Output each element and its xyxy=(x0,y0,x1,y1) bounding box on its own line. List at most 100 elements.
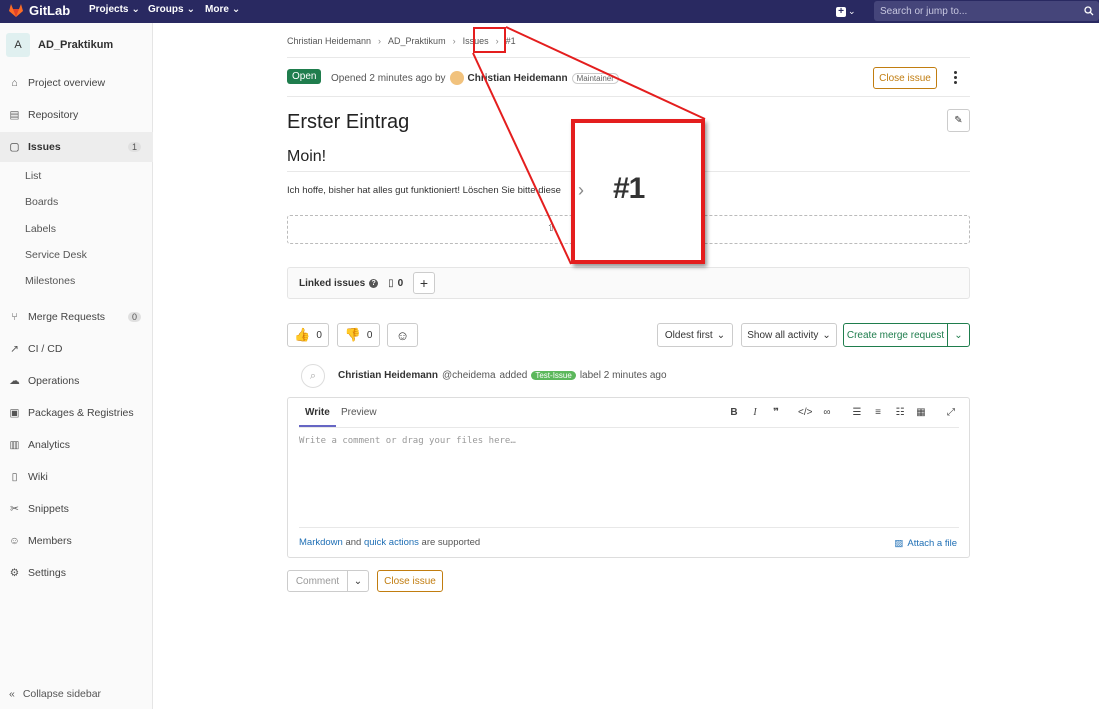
sidebar-item-members[interactable]: ☺ Members xyxy=(0,529,153,553)
close-issue-button[interactable]: Close issue xyxy=(873,67,937,89)
sort-label: Oldest first xyxy=(664,329,713,341)
label-icon: ⌕ xyxy=(301,364,325,388)
plus-square-icon: + xyxy=(836,6,846,17)
sidebar-item-operations[interactable]: ☁ Operations xyxy=(0,369,153,393)
issue-label-badge[interactable]: Test-Issue xyxy=(531,371,576,380)
search-input[interactable] xyxy=(880,5,1070,17)
nav-more-label: More xyxy=(205,4,229,15)
attach-file-button[interactable]: ▨ Attach a file xyxy=(894,538,957,549)
close-issue-bottom-button[interactable]: Close issue xyxy=(377,570,443,592)
quote-icon[interactable]: ❞ xyxy=(769,407,783,418)
project-avatar: A xyxy=(6,33,30,57)
nav-projects[interactable]: Projects ⌄ xyxy=(89,4,140,15)
chevron-down-icon: ⌄ xyxy=(954,329,963,341)
thumbs-down-button[interactable]: 👎 0 xyxy=(337,323,380,347)
sidebar-subitem-service-desk[interactable]: Service Desk xyxy=(25,249,87,261)
sidebar-item-snippets[interactable]: ✂ Snippets xyxy=(0,497,153,521)
avatar[interactable] xyxy=(449,71,464,85)
task-list-icon[interactable]: ☷ xyxy=(893,407,907,418)
add-reaction-button[interactable]: ☺ xyxy=(387,323,418,347)
collapse-sidebar-button[interactable]: « Collapse sidebar xyxy=(9,688,101,700)
comment-type-dropdown[interactable]: ⌄ xyxy=(347,570,369,592)
sidebar-item-project-overview[interactable]: ⌂ Project overview xyxy=(0,71,153,95)
chevron-down-icon: ⌄ xyxy=(716,329,726,341)
thumbs-up-icon: 👍 xyxy=(294,327,311,342)
book-icon: ▯ xyxy=(11,471,18,483)
activity-note: Christian Heidemann @cheidema added Test… xyxy=(338,370,667,381)
sidebar-item-issues[interactable]: ▢ Issues 1 xyxy=(0,132,153,162)
italic-icon[interactable]: I xyxy=(748,407,762,418)
doc-icon: ▤ xyxy=(9,109,20,121)
tab-preview[interactable]: Preview xyxy=(341,407,377,418)
activity-filter-dropdown[interactable]: Show all activity ⌄ xyxy=(741,323,837,347)
logo-text: GitLab xyxy=(29,3,71,18)
quick-actions-link[interactable]: quick actions xyxy=(364,537,419,548)
fullscreen-icon[interactable]: ⤢ xyxy=(944,407,958,418)
more-actions-icon[interactable] xyxy=(952,71,958,84)
link-icon[interactable]: ∞ xyxy=(820,407,834,418)
comment-button[interactable]: Comment xyxy=(287,570,348,592)
filter-label: Show all activity xyxy=(747,329,819,341)
create-merge-request-button[interactable]: Create merge request xyxy=(843,323,948,347)
plus-icon: + xyxy=(419,275,429,291)
divider xyxy=(299,427,959,428)
hint-supported: are supported xyxy=(421,537,481,548)
thumbs-up-count: 0 xyxy=(316,329,322,341)
numbered-list-icon[interactable]: ≡ xyxy=(871,407,885,418)
nav-more[interactable]: More ⌄ xyxy=(205,4,240,15)
sidebar-item-repository[interactable]: ▤ Repository xyxy=(0,103,153,127)
thumbs-up-button[interactable]: 👍 0 xyxy=(287,323,329,347)
breadcrumb-item[interactable]: #1 xyxy=(506,36,516,46)
upload-icon: ⇧ xyxy=(547,223,556,234)
bold-icon[interactable]: B xyxy=(727,407,741,418)
project-header[interactable]: A AD_Praktikum xyxy=(6,33,113,57)
sidebar-subitem-boards[interactable]: Boards xyxy=(25,196,58,208)
edit-button[interactable]: ✎ xyxy=(947,109,970,132)
markdown-link[interactable]: Markdown xyxy=(299,537,343,548)
zoom-callout: › #1 xyxy=(571,119,705,264)
chevron-down-icon: ⌄ xyxy=(822,329,831,341)
create-mr-dropdown-toggle[interactable]: ⌄ xyxy=(947,323,970,347)
highlight-box xyxy=(473,27,506,53)
sidebar-subitem-milestones[interactable]: Milestones xyxy=(25,275,75,287)
sidebar-item-ci-cd[interactable]: ↗ CI / CD xyxy=(0,337,153,361)
attach-file-label: Attach a file xyxy=(907,538,957,549)
markdown-hint: Markdown and quick actions are supported xyxy=(299,537,480,548)
activity-author[interactable]: Christian Heidemann xyxy=(338,370,438,381)
zoomed-issue-number: #1 xyxy=(613,172,645,205)
gitlab-logo[interactable]: GitLab xyxy=(8,3,70,18)
breadcrumb-item[interactable]: AD_Praktikum xyxy=(388,36,446,46)
image-icon: ▨ xyxy=(894,538,904,549)
add-linked-issue-button[interactable]: + xyxy=(413,272,435,294)
chart-icon: ▥ xyxy=(9,439,20,451)
comment-textarea[interactable]: Write a comment or drag your files here… xyxy=(299,436,516,446)
nav-groups[interactable]: Groups ⌄ xyxy=(148,4,195,15)
sidebar-item-merge-requests[interactable]: ⑂ Merge Requests 0 xyxy=(0,305,153,329)
search-box[interactable] xyxy=(874,1,1099,21)
new-item-button[interactable]: + ⌄ xyxy=(836,4,860,19)
chevron-right-icon: › xyxy=(378,36,382,46)
linked-issues-label: Linked issues xyxy=(299,278,366,289)
sidebar-subitem-labels[interactable]: Labels xyxy=(25,223,56,235)
sidebar-item-wiki[interactable]: ▯ Wiki xyxy=(0,465,153,489)
sidebar-item-label: Project overview xyxy=(28,77,106,89)
sidebar-item-analytics[interactable]: ▥ Analytics xyxy=(0,433,153,457)
sidebar-subitem-list[interactable]: List xyxy=(25,170,41,182)
bullet-list-icon[interactable]: ☰ xyxy=(850,407,864,418)
status-badge: Open xyxy=(287,69,322,84)
issues-count-badge: 1 xyxy=(127,142,141,152)
nav-groups-label: Groups xyxy=(148,4,184,15)
tab-write[interactable]: Write xyxy=(305,407,330,418)
sidebar-item-label: Issues xyxy=(28,141,61,153)
sidebar-item-packages[interactable]: ▣ Packages & Registries xyxy=(0,401,153,425)
sort-dropdown[interactable]: Oldest first ⌄ xyxy=(657,323,733,347)
code-icon[interactable]: </> xyxy=(798,407,812,418)
sidebar-item-settings[interactable]: ⚙ Settings xyxy=(0,561,153,585)
breadcrumb-item[interactable]: Christian Heidemann xyxy=(287,36,371,46)
table-icon[interactable]: ▦ xyxy=(914,407,928,418)
author-name[interactable]: Christian Heidemann xyxy=(468,73,568,84)
sidebar-item-label: CI / CD xyxy=(28,343,63,355)
chevron-right-icon: › xyxy=(578,180,584,200)
help-icon[interactable]: ? xyxy=(369,279,379,288)
nav-projects-label: Projects xyxy=(89,4,129,15)
